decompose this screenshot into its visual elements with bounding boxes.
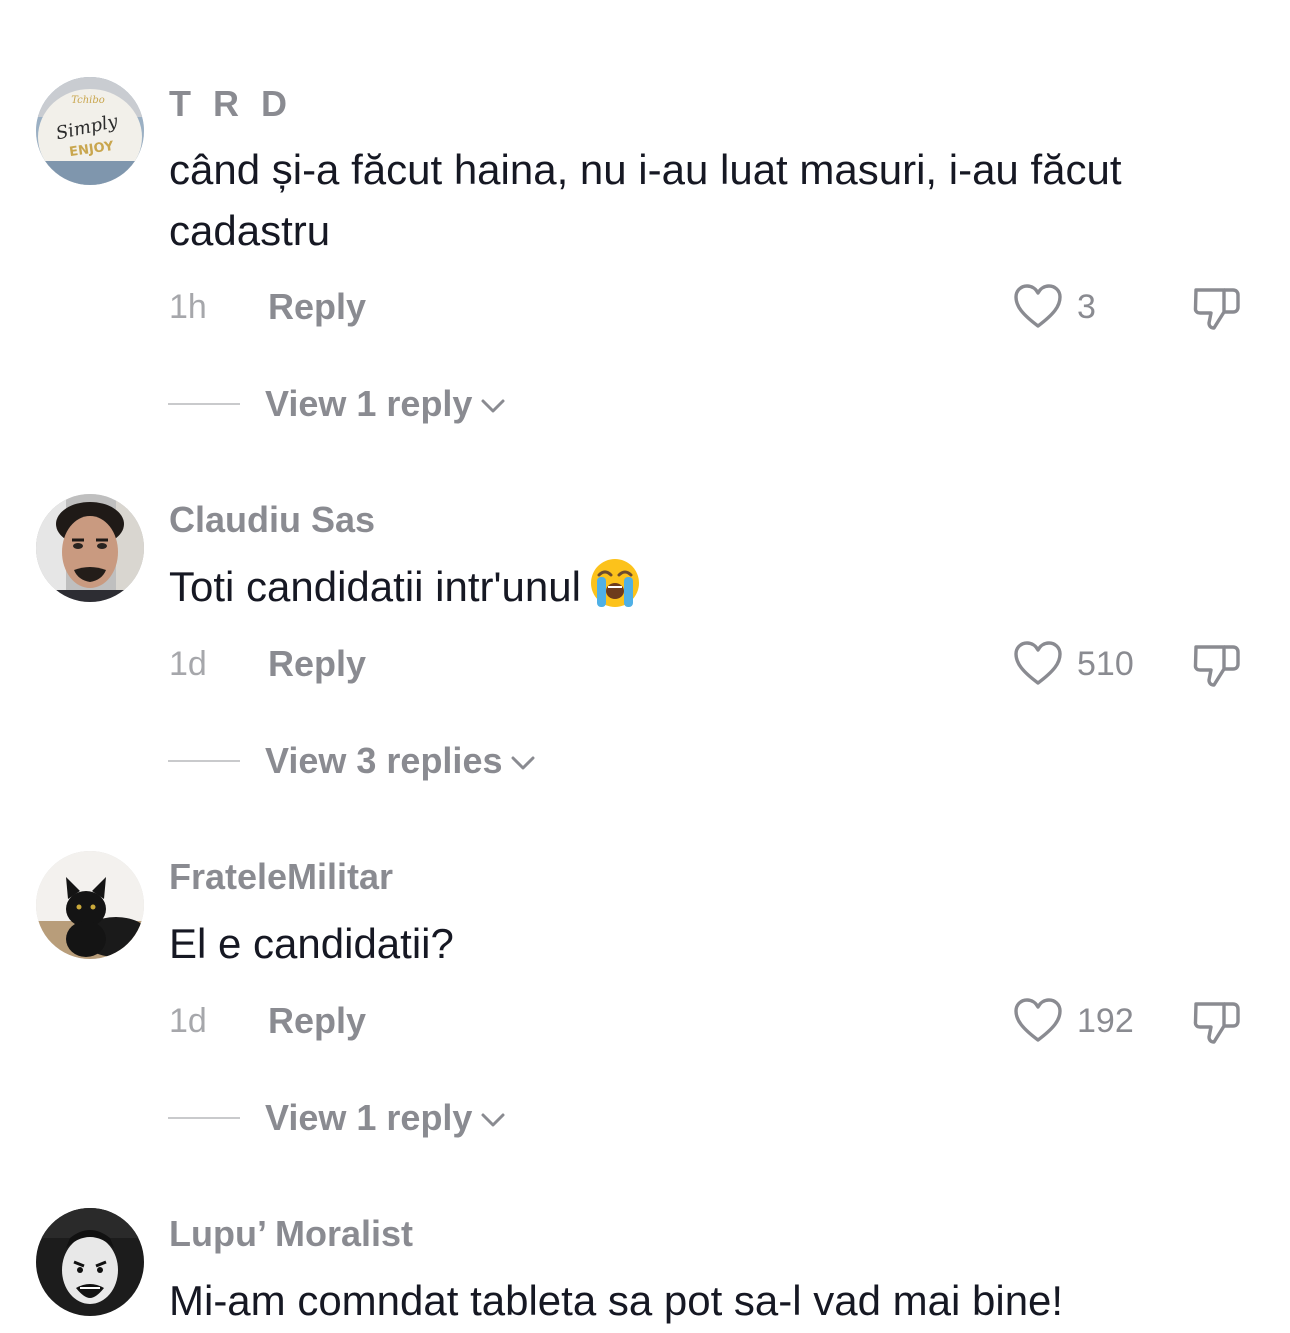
comment-timestamp: 1d: [169, 1002, 207, 1040]
loudly-crying-face-emoji-icon: [590, 559, 639, 607]
reply-button[interactable]: Reply: [268, 639, 366, 689]
comment-text: Mi-am comndat tableta sa pot sa-l vad ma…: [169, 1277, 1064, 1324]
comment-text: El e candidatii?: [169, 920, 454, 967]
view-replies-button[interactable]: View 1 reply: [265, 379, 506, 429]
view-replies-row: View 1 reply: [0, 1093, 1290, 1143]
comment-timestamp: 1d: [169, 645, 207, 683]
comment-username[interactable]: T R D: [169, 82, 293, 126]
comment-text-content: Toti candidatii intr'unul: [169, 563, 581, 610]
reply-button[interactable]: Reply: [268, 282, 366, 332]
view-replies-label: View 1 reply: [265, 1097, 473, 1138]
avatar-cartoon-face-icon: [36, 1208, 144, 1316]
heart-outline-icon: [1014, 998, 1062, 1042]
thumbs-down-icon: [1193, 645, 1240, 687]
view-replies-button[interactable]: View 3 replies: [265, 736, 536, 786]
heart-outline-icon: [1014, 641, 1062, 685]
thumbs-down-icon: [1193, 288, 1240, 330]
comment-text: când și-a făcut haina, nu i-au luat masu…: [169, 146, 1122, 254]
divider-line: [168, 403, 240, 405]
view-replies-label: View 3 replies: [265, 740, 503, 781]
like-count: 3: [1077, 288, 1096, 326]
dislike-button[interactable]: [1190, 639, 1244, 689]
comment-username[interactable]: Lupu’ Moralist: [169, 1212, 413, 1256]
divider-line: [168, 760, 240, 762]
dislike-button[interactable]: [1190, 996, 1244, 1046]
dislike-button[interactable]: [1190, 282, 1244, 332]
comment-text: Toti candidatii intr'unul: [169, 556, 1259, 617]
comment-username[interactable]: FrateleMilitar: [169, 855, 393, 899]
avatar-simply-enjoy-cup-icon: Tchibo Simply ENJOY: [36, 77, 144, 185]
like-count: 510: [1077, 645, 1134, 683]
like-button[interactable]: [1012, 639, 1064, 689]
svg-text:Tchibo: Tchibo: [71, 95, 105, 106]
thumbs-down-icon: [1193, 1002, 1240, 1044]
chevron-down-icon: [481, 399, 505, 413]
chevron-down-icon: [481, 1113, 505, 1127]
view-replies-row: View 1 reply: [0, 379, 1290, 429]
reply-button[interactable]: Reply: [268, 996, 366, 1046]
comment-actions: 1d Reply 192: [0, 996, 1290, 1046]
comment-actions: 1d Reply 510: [0, 639, 1290, 689]
like-count: 192: [1077, 1002, 1134, 1040]
heart-outline-icon: [1014, 284, 1062, 328]
avatar-black-cat-icon: [36, 851, 144, 959]
chevron-down-icon: [511, 756, 535, 770]
comment-username[interactable]: Claudiu Sas: [169, 498, 375, 542]
avatar-man-photo-icon: [36, 494, 144, 602]
like-button[interactable]: [1012, 996, 1064, 1046]
comment-actions: 1h Reply 3: [0, 282, 1290, 332]
like-button[interactable]: [1012, 282, 1064, 332]
user-avatar[interactable]: [36, 494, 144, 602]
user-avatar[interactable]: Tchibo Simply ENJOY: [36, 77, 144, 185]
comment-timestamp: 1h: [169, 288, 207, 326]
user-avatar[interactable]: [36, 851, 144, 959]
view-replies-label: View 1 reply: [265, 383, 473, 424]
view-replies-row: View 3 replies: [0, 736, 1290, 786]
divider-line: [168, 1117, 240, 1119]
user-avatar[interactable]: [36, 1208, 144, 1316]
view-replies-button[interactable]: View 1 reply: [265, 1093, 506, 1143]
